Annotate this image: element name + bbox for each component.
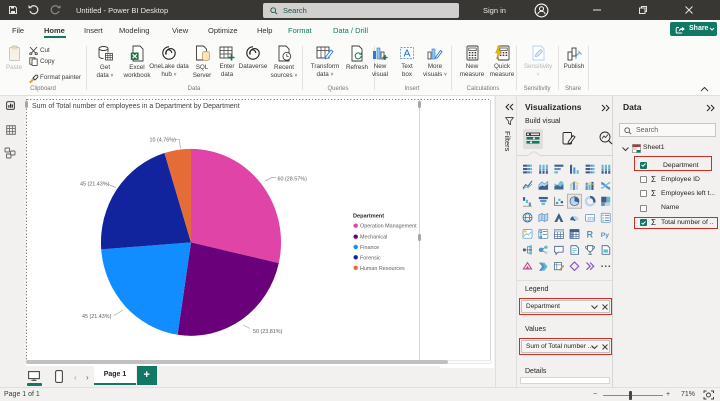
svg-text:60 (28.57%): 60 (28.57%)	[278, 177, 308, 183]
svg-text:Sum of Total number of employe: Sum of Total number of employees in a De…	[32, 103, 240, 110]
svg-text:50 (23.81%): 50 (23.81%)	[253, 329, 283, 335]
svg-text:Mechanical: Mechanical	[360, 235, 387, 241]
svg-text:Department: Department	[353, 214, 384, 220]
svg-text:Py: Py	[601, 232, 610, 239]
svg-text:123: 123	[587, 215, 595, 220]
svg-text:45 (21.43%): 45 (21.43%)	[80, 182, 110, 188]
svg-text:Forensic: Forensic	[360, 255, 381, 261]
svg-text:Human Resources: Human Resources	[360, 266, 405, 272]
svg-text:45 (21.43%): 45 (21.43%)	[82, 314, 112, 320]
svg-text:Finance: Finance	[360, 245, 379, 251]
svg-text:Operation Management: Operation Management	[360, 224, 417, 230]
svg-text:10 (4.76%): 10 (4.76%)	[150, 138, 177, 144]
svg-text:R: R	[587, 229, 594, 239]
